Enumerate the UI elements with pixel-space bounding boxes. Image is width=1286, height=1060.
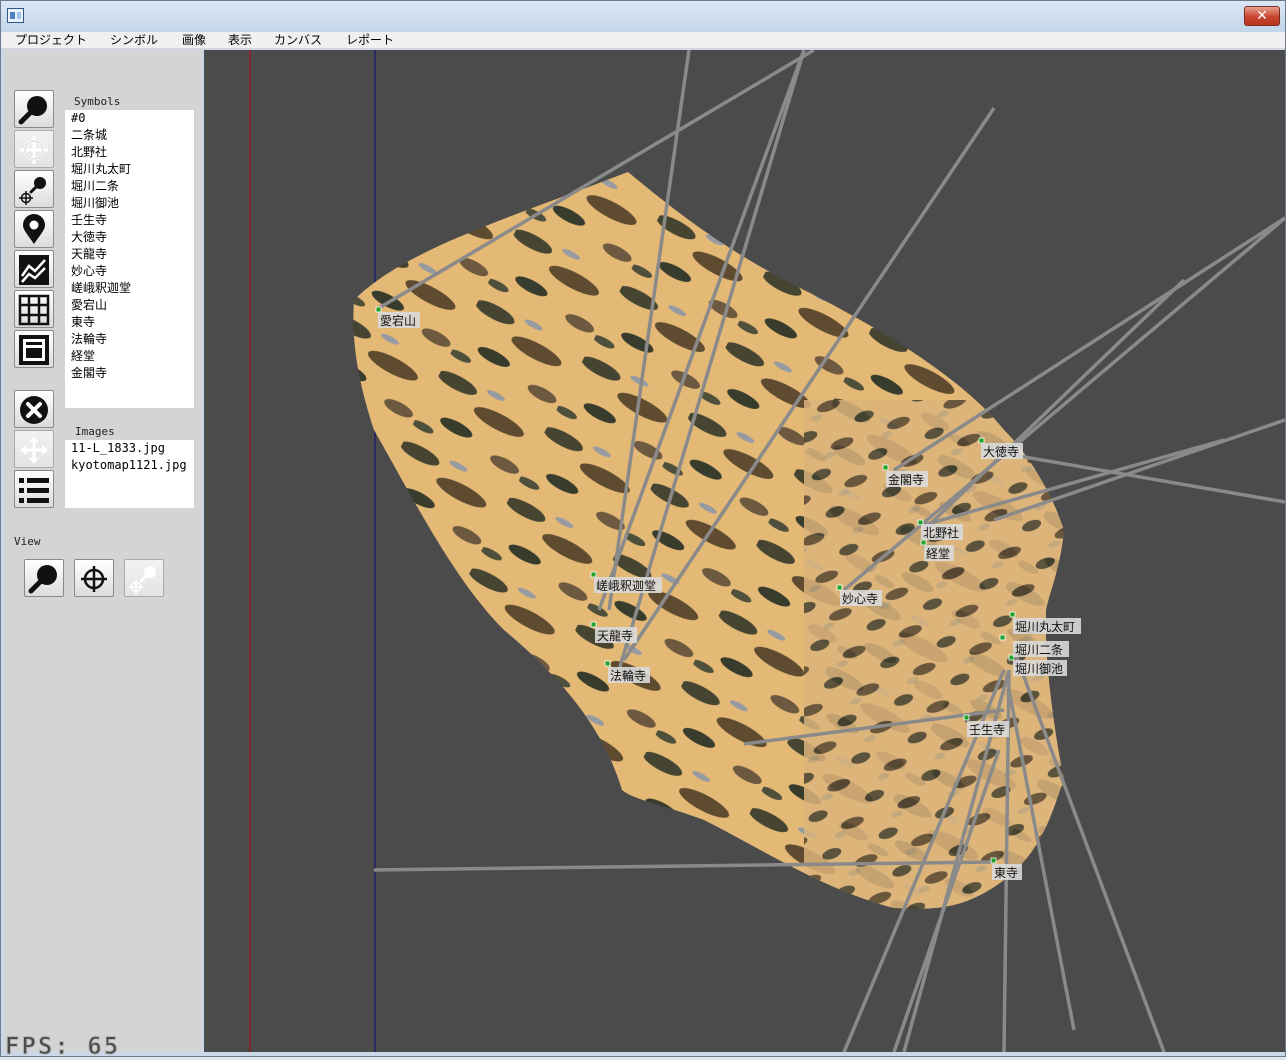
- symbol-marker[interactable]: [920, 539, 927, 546]
- list-item[interactable]: 東寺: [65, 314, 194, 331]
- symbol-marker[interactable]: [375, 306, 382, 313]
- map-label[interactable]: 嵯峨釈迦堂: [596, 579, 656, 593]
- map-label[interactable]: 堀川丸太町: [1015, 619, 1075, 634]
- symbols-label: Symbols: [74, 95, 121, 108]
- crosshair-magnifier-icon: [129, 566, 156, 594]
- list-item[interactable]: 堀川御池: [65, 195, 194, 212]
- move-arrows-icon: [20, 436, 48, 464]
- view-zoom-button[interactable]: [24, 559, 64, 597]
- crosshair-icon: [81, 566, 107, 592]
- symbol-marker[interactable]: [836, 584, 843, 591]
- map-label[interactable]: 愛宕山: [380, 313, 416, 328]
- chart-tool-button[interactable]: [14, 250, 54, 288]
- list-item[interactable]: 堀川丸太町: [65, 161, 194, 178]
- magnifier-icon: [18, 96, 47, 125]
- map-canvas[interactable]: 愛宕山 金閣寺 大徳寺 北野社 経堂 妙心寺 嵯峨釈迦堂 天龍寺 法輪寺 堀川丸…: [204, 50, 1285, 1052]
- tool-panel: Symbols #0 二条城 北野社 堀川丸太町 堀川二条 堀川御池 壬生寺 大…: [4, 50, 202, 1052]
- list-item[interactable]: #0: [65, 110, 194, 127]
- list-icon: [19, 478, 49, 503]
- symbol-marker[interactable]: [963, 714, 970, 721]
- fps-counter: FPS: 65: [4, 1032, 121, 1060]
- menu-view[interactable]: 表示: [228, 32, 252, 49]
- list-item[interactable]: 天龍寺: [65, 246, 194, 263]
- list-item[interactable]: 愛宕山: [65, 297, 194, 314]
- view-label: View: [14, 535, 41, 548]
- symbol-marker[interactable]: [590, 621, 597, 628]
- zoom-tool-button[interactable]: [14, 90, 54, 128]
- symbol-marker[interactable]: [590, 571, 597, 578]
- list-item[interactable]: 北野社: [65, 144, 194, 161]
- list-item[interactable]: 11-L_1833.jpg: [65, 440, 194, 457]
- crosshair-tool-button[interactable]: [14, 130, 54, 168]
- images-label: Images: [75, 425, 115, 438]
- line-chart-icon: [19, 255, 49, 285]
- map-label[interactable]: 堀川御池: [1015, 661, 1063, 676]
- list-item[interactable]: 壬生寺: [65, 212, 194, 229]
- map-label[interactable]: 北野社: [923, 525, 959, 540]
- list-tool-button[interactable]: [14, 470, 54, 508]
- list-item[interactable]: kyotomap1121.jpg: [65, 457, 194, 474]
- map-label[interactable]: 金閣寺: [888, 472, 924, 487]
- symbol-marker[interactable]: [604, 660, 611, 667]
- menu-canvas[interactable]: カンバス: [274, 32, 322, 49]
- point-zoom-tool-button[interactable]: [14, 170, 54, 208]
- symbol-marker[interactable]: [882, 464, 889, 471]
- layout-icon: [19, 335, 49, 365]
- view-point-zoom-button[interactable]: [124, 559, 164, 597]
- map-pin-icon: [23, 214, 45, 244]
- map-render: 愛宕山 金閣寺 大徳寺 北野社 経堂 妙心寺 嵯峨釈迦堂 天龍寺 法輪寺 堀川丸…: [249, 50, 1285, 1052]
- delete-tool-button[interactable]: [14, 390, 54, 428]
- list-item[interactable]: 経堂: [65, 348, 194, 365]
- map-label[interactable]: 経堂: [926, 547, 950, 561]
- grid-icon: [18, 294, 50, 326]
- layout-tool-button[interactable]: [14, 330, 54, 368]
- close-circle-icon: [20, 396, 48, 424]
- symbol-marker[interactable]: [978, 437, 985, 444]
- list-item[interactable]: 嵯峨釈迦堂: [65, 280, 194, 297]
- move-tool-button[interactable]: [14, 430, 54, 468]
- symbol-marker[interactable]: [1009, 611, 1016, 618]
- menu-symbol[interactable]: シンボル: [110, 32, 158, 49]
- warped-map-image: [353, 172, 1064, 909]
- menu-bar: プロジェクト シンボル 画像 表示 カンバス レポート: [1, 32, 1285, 49]
- symbols-list[interactable]: #0 二条城 北野社 堀川丸太町 堀川二条 堀川御池 壬生寺 大徳寺 天龍寺 妙…: [65, 110, 194, 408]
- place-symbol-tool-button[interactable]: [14, 210, 54, 248]
- crosshair-icon: [20, 136, 48, 164]
- images-list[interactable]: 11-L_1833.jpg kyotomap1121.jpg: [65, 440, 194, 508]
- map-label[interactable]: 堀川二条: [1015, 642, 1063, 657]
- list-item[interactable]: 妙心寺: [65, 263, 194, 280]
- map-label[interactable]: 壬生寺: [969, 723, 1005, 737]
- map-label[interactable]: 妙心寺: [842, 592, 878, 606]
- list-item[interactable]: 法輪寺: [65, 331, 194, 348]
- menu-project[interactable]: プロジェクト: [15, 32, 87, 49]
- magnifier-icon: [28, 565, 57, 594]
- map-label[interactable]: 大徳寺: [983, 444, 1019, 459]
- close-button[interactable]: ✕: [1244, 6, 1280, 26]
- grid-tool-button[interactable]: [14, 290, 54, 328]
- menu-image[interactable]: 画像: [182, 32, 206, 49]
- menu-report[interactable]: レポート: [346, 32, 394, 49]
- app-icon[interactable]: [7, 8, 24, 23]
- map-label[interactable]: 天龍寺: [597, 628, 633, 643]
- map-label[interactable]: 法輪寺: [610, 668, 646, 683]
- list-item[interactable]: 堀川二条: [65, 178, 194, 195]
- map-label[interactable]: 東寺: [994, 866, 1018, 880]
- list-item[interactable]: 金閣寺: [65, 365, 194, 382]
- title-bar[interactable]: ✕: [1, 1, 1285, 32]
- crosshair-magnifier-icon: [19, 177, 46, 205]
- app-window: ✕ プロジェクト シンボル 画像 表示 カンバス レポート Symbols #0…: [0, 0, 1286, 1060]
- list-item[interactable]: 大徳寺: [65, 229, 194, 246]
- list-item[interactable]: 二条城: [65, 127, 194, 144]
- view-crosshair-button[interactable]: [74, 559, 114, 597]
- symbol-marker[interactable]: [999, 634, 1006, 641]
- symbol-marker[interactable]: [990, 857, 997, 864]
